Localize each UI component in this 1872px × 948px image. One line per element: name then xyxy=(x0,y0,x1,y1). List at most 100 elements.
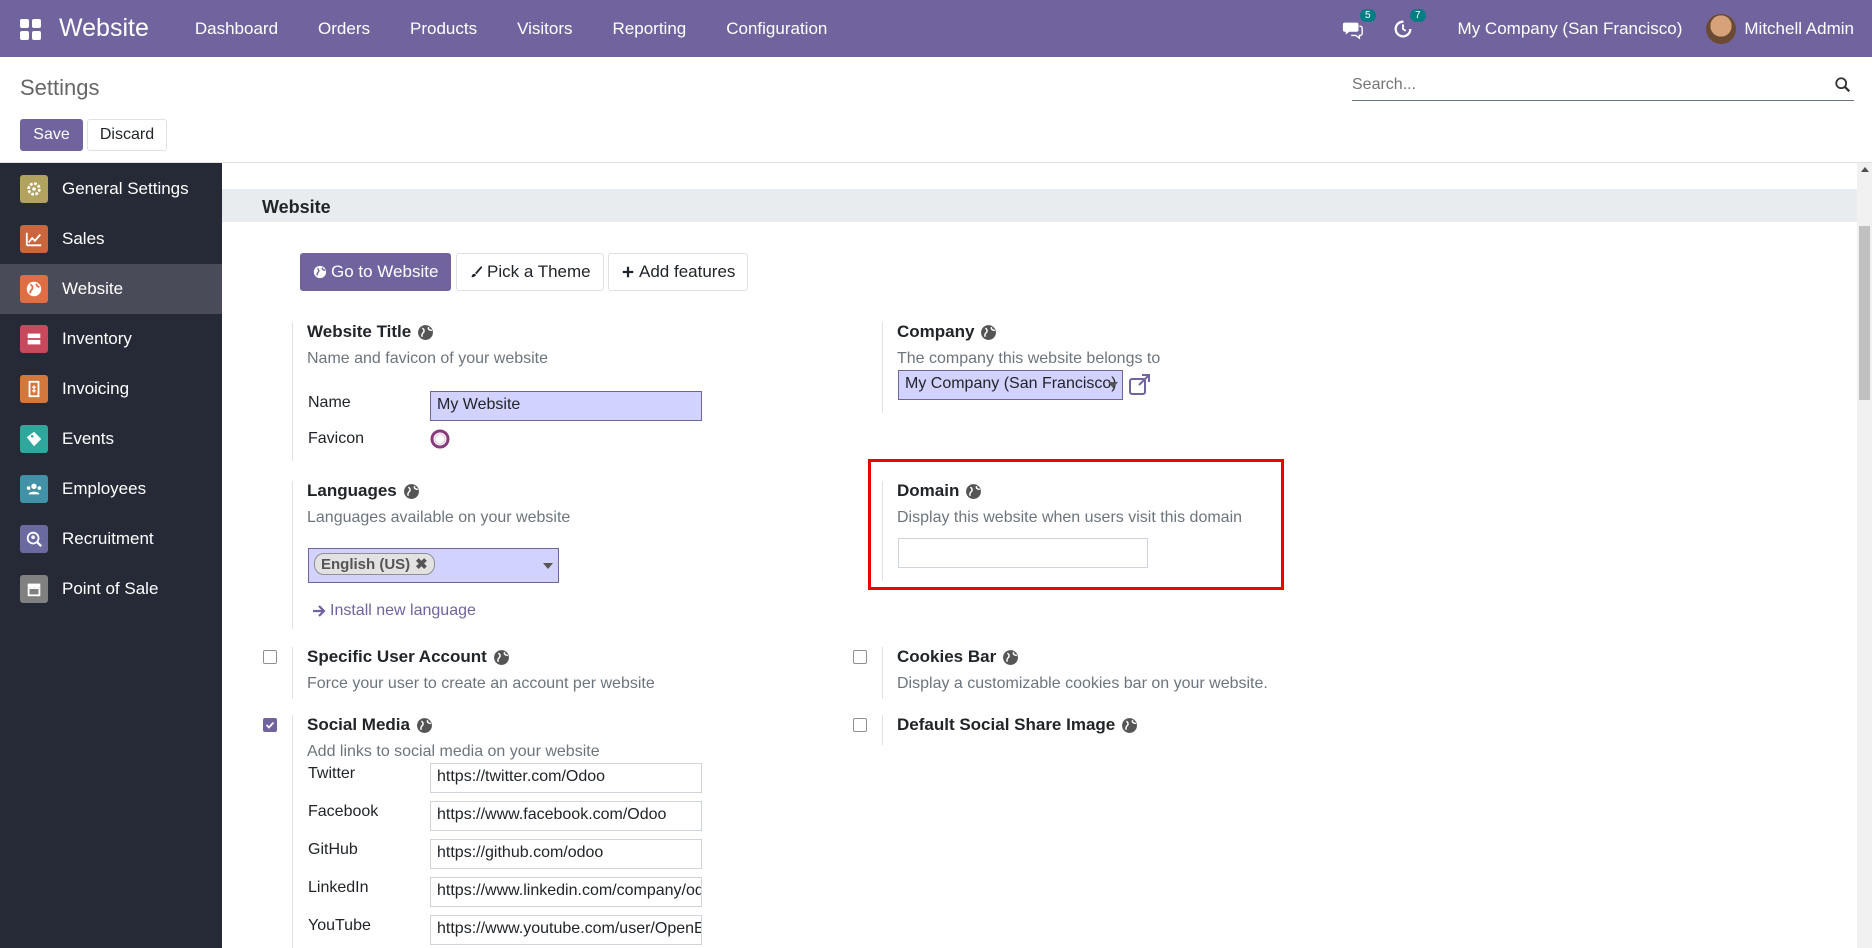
setting-description: Add links to social media on your websit… xyxy=(307,743,600,760)
chart-line-icon xyxy=(20,225,48,253)
favicon-row: Favicon xyxy=(308,429,450,449)
name-label: Name xyxy=(308,394,351,411)
globe-icon xyxy=(1122,717,1138,733)
specific-user-checkbox[interactable] xyxy=(263,650,277,664)
default-share-image-checkbox[interactable] xyxy=(853,718,867,732)
menu-dashboard[interactable]: Dashboard xyxy=(195,19,278,39)
youtube-label: YouTube xyxy=(308,917,371,934)
language-tag: English (US) ✖ xyxy=(314,553,435,575)
website-name-input[interactable]: My Website xyxy=(430,391,702,421)
twitter-label: Twitter xyxy=(308,765,356,782)
chevron-down-icon xyxy=(1108,382,1118,388)
scrollbar-thumb[interactable] xyxy=(1859,226,1870,400)
languages-row: English (US) ✖ xyxy=(308,548,559,583)
sidebar-item-label: Employees xyxy=(62,479,147,498)
sidebar-item-label: General Settings xyxy=(62,179,189,198)
menu-orders[interactable]: Orders xyxy=(318,19,370,39)
scroll-up-arrow-icon[interactable] xyxy=(1861,167,1869,172)
facebook-label: Facebook xyxy=(308,803,379,820)
install-language-link[interactable]: Install new language xyxy=(312,602,476,620)
twitter-input[interactable]: https://twitter.com/Odoo xyxy=(430,763,702,793)
menu-configuration[interactable]: Configuration xyxy=(726,19,827,39)
favicon-image[interactable] xyxy=(430,429,450,449)
user-menu[interactable]: Mitchell Admin xyxy=(1744,19,1854,39)
sidebar-item-recruitment[interactable]: Recruitment xyxy=(0,514,222,564)
sidebar-item-label: Sales xyxy=(62,229,105,248)
globe-icon xyxy=(20,275,48,303)
social-media-checkbox[interactable] xyxy=(263,718,277,732)
setting-description: Display a customizable cookies bar on yo… xyxy=(897,675,1268,692)
plus-icon xyxy=(622,266,634,278)
facebook-input[interactable]: https://www.facebook.com/Odoo xyxy=(430,801,702,831)
top-navbar: Website Dashboard Orders Products Visito… xyxy=(0,0,1872,57)
company-switcher[interactable]: My Company (San Francisco) xyxy=(1458,19,1683,39)
settings-sidebar: General Settings Sales Website Inventory… xyxy=(0,163,222,948)
github-row: GitHub https://github.com/odoo xyxy=(308,839,702,869)
close-icon[interactable]: ✖ xyxy=(415,555,428,573)
pick-a-theme-button[interactable]: Pick a Theme xyxy=(456,253,604,291)
globe-icon xyxy=(493,649,509,665)
sidebar-item-inventory[interactable]: Inventory xyxy=(0,314,222,364)
company-select[interactable]: My Company (San Francisco) xyxy=(898,370,1123,400)
add-features-button[interactable]: Add features xyxy=(608,253,749,291)
setting-title: Social Media xyxy=(307,715,410,734)
messages-icon[interactable]: 5 xyxy=(1342,8,1376,40)
linkedin-input[interactable]: https://www.linkedin.com/company/odoo xyxy=(430,877,702,907)
search-person-icon xyxy=(20,525,48,553)
activities-badge: 7 xyxy=(1409,8,1426,22)
setting-title: Website Title xyxy=(307,322,412,341)
arrow-right-icon xyxy=(313,605,326,617)
page-title: Settings xyxy=(20,75,100,100)
activities-icon[interactable]: 7 xyxy=(1392,8,1426,40)
twitter-row: Twitter https://twitter.com/Odoo xyxy=(308,763,702,793)
search-input[interactable] xyxy=(1352,71,1822,99)
menu-visitors[interactable]: Visitors xyxy=(517,19,572,39)
languages-many2many[interactable]: English (US) ✖ xyxy=(308,548,559,583)
sidebar-item-point-of-sale[interactable]: Point of Sale xyxy=(0,564,222,614)
setting-description: Languages available on your website xyxy=(307,509,571,526)
youtube-input[interactable]: https://www.youtube.com/user/OpenERPonli… xyxy=(430,915,702,945)
button-label: Go to Website xyxy=(331,262,439,281)
shop-icon xyxy=(20,575,48,603)
sidebar-item-general-settings[interactable]: General Settings xyxy=(0,164,222,214)
sidebar-item-employees[interactable]: Employees xyxy=(0,464,222,514)
sidebar-item-sales[interactable]: Sales xyxy=(0,214,222,264)
globe-icon xyxy=(418,324,434,340)
favicon-label: Favicon xyxy=(308,430,365,447)
github-label: GitHub xyxy=(308,841,358,858)
apps-menu-icon[interactable] xyxy=(20,18,42,40)
setting-title: Company xyxy=(897,322,975,341)
linkedin-row: LinkedIn https://www.linkedin.com/compan… xyxy=(308,877,702,907)
linkedin-label: LinkedIn xyxy=(308,879,369,896)
setting-title: Cookies Bar xyxy=(897,647,997,666)
ticket-icon xyxy=(20,425,48,453)
sidebar-item-invoicing[interactable]: Invoicing xyxy=(0,364,222,414)
menu-reporting[interactable]: Reporting xyxy=(613,19,687,39)
search-icon[interactable] xyxy=(1834,76,1852,94)
go-to-website-button[interactable]: Go to Website xyxy=(300,253,452,291)
sidebar-item-events[interactable]: Events xyxy=(0,414,222,464)
button-label: Pick a Theme xyxy=(487,262,591,281)
sidebar-item-website[interactable]: Website xyxy=(0,264,222,314)
external-link-icon[interactable] xyxy=(1128,374,1152,396)
setting-description: Force your user to create an account per… xyxy=(307,675,655,692)
control-panel: Settings Save Discard xyxy=(0,57,1872,163)
sidebar-item-label: Inventory xyxy=(62,329,132,348)
setting-title: Default Social Share Image xyxy=(897,715,1116,734)
globe-icon xyxy=(1003,649,1019,665)
check-icon xyxy=(265,721,275,729)
discard-button[interactable]: Discard xyxy=(87,119,167,151)
cookies-bar-checkbox[interactable] xyxy=(853,650,867,664)
tag-label: English (US) xyxy=(321,555,411,573)
github-input[interactable]: https://github.com/odoo xyxy=(430,839,702,869)
company-select-row: My Company (San Francisco) xyxy=(898,370,1152,400)
install-language-label: Install new language xyxy=(330,602,476,619)
search-bar xyxy=(1352,71,1854,101)
cookies-bar-setting: Cookies Bar Display a customizable cooki… xyxy=(882,647,1342,699)
avatar[interactable] xyxy=(1706,13,1737,44)
menu-products[interactable]: Products xyxy=(410,19,477,39)
paintbrush-icon xyxy=(471,265,483,278)
save-button[interactable]: Save xyxy=(20,119,83,151)
button-label: Add features xyxy=(639,262,736,281)
app-brand[interactable]: Website xyxy=(59,14,149,43)
